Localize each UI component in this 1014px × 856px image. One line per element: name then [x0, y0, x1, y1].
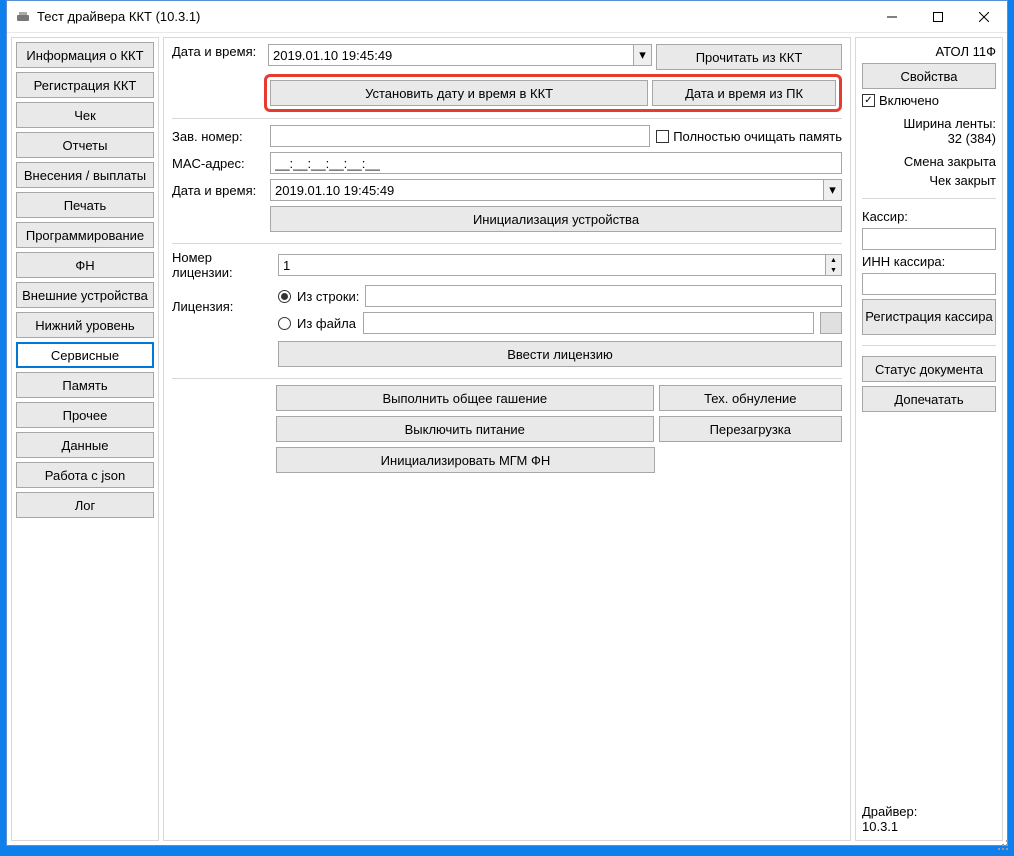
license-num-input[interactable] [279, 255, 825, 275]
mac-label: MAC-адрес: [172, 156, 264, 171]
from-file-radio[interactable]: Из файла [278, 312, 842, 334]
tape-width-label: Ширина ленты: [862, 116, 996, 131]
radio-icon [278, 290, 291, 303]
minimize-button[interactable] [869, 2, 915, 32]
main-panel: Дата и время: 2019.01.10 19:45:49 ▾ Проч… [163, 37, 851, 841]
common-erase-button[interactable]: Выполнить общее гашение [276, 385, 654, 411]
nav-json[interactable]: Работа с json [16, 462, 154, 488]
license-num-label: Номер лицензии: [172, 250, 272, 280]
cashier-inn-input[interactable] [862, 273, 996, 295]
license-num-spinner[interactable]: ▲ ▼ [278, 254, 842, 276]
driver-version: 10.3.1 [862, 819, 996, 834]
datetime2-combo[interactable]: 2019.01.10 19:45:49 ▾ [270, 179, 842, 201]
init-device-button[interactable]: Инициализация устройства [270, 206, 842, 232]
from-file-label: Из файла [297, 316, 357, 331]
cashier-input[interactable] [862, 228, 996, 250]
mac-input[interactable] [270, 152, 842, 174]
set-datetime-button[interactable]: Установить дату и время в ККТ [270, 80, 648, 106]
enabled-check[interactable]: Включено [862, 93, 996, 108]
datetime-combo[interactable]: 2019.01.10 19:45:49 ▾ [268, 44, 652, 66]
chevron-down-icon[interactable]: ▾ [633, 45, 651, 65]
enter-license-button[interactable]: Ввести лицензию [278, 341, 842, 367]
nav-service[interactable]: Сервисные [16, 342, 154, 368]
checkbox-icon [656, 130, 669, 143]
zav-nomer-input[interactable] [270, 125, 650, 147]
license-label: Лицензия: [172, 285, 272, 314]
tech-reset-button[interactable]: Тех. обнуление [659, 385, 842, 411]
from-string-label: Из строки: [297, 289, 359, 304]
nav-fn[interactable]: ФН [16, 252, 154, 278]
right-panel: АТОЛ 11Ф Свойства Включено Ширина ленты:… [855, 37, 1003, 841]
shift-status: Смена закрыта [862, 154, 996, 169]
nav-print[interactable]: Печать [16, 192, 154, 218]
zav-nomer-label: Зав. номер: [172, 129, 264, 144]
cashier-inn-label: ИНН кассира: [862, 254, 996, 269]
driver-text-label: Драйвер: [862, 804, 996, 819]
model-label: АТОЛ 11Ф [862, 44, 996, 59]
datetime2-label: Дата и время: [172, 183, 264, 198]
datetime-value: 2019.01.10 19:45:49 [273, 48, 392, 63]
properties-button[interactable]: Свойства [862, 63, 996, 89]
reprint-button[interactable]: Допечатать [862, 386, 996, 412]
maximize-button[interactable] [915, 2, 961, 32]
nav-check[interactable]: Чек [16, 102, 154, 128]
nav-pay[interactable]: Внесения / выплаты [16, 162, 154, 188]
register-cashier-button[interactable]: Регистрация кассира [862, 299, 996, 335]
titlebar: Тест драйвера ККТ (10.3.1) [7, 1, 1007, 33]
datetime-label: Дата и время: [172, 44, 264, 70]
from-string-radio[interactable]: Из строки: [278, 285, 842, 307]
close-button[interactable] [961, 2, 1007, 32]
read-from-kkt-button[interactable]: Прочитать из ККТ [656, 44, 842, 70]
sidebar: Информация о ККТ Регистрация ККТ Чек Отч… [11, 37, 159, 841]
nav-low[interactable]: Нижний уровень [16, 312, 154, 338]
enabled-label: Включено [879, 93, 939, 108]
nav-other[interactable]: Прочее [16, 402, 154, 428]
chevron-down-icon[interactable]: ▾ [823, 180, 841, 200]
nav-ext[interactable]: Внешние устройства [16, 282, 154, 308]
nav-data[interactable]: Данные [16, 432, 154, 458]
nav-registration[interactable]: Регистрация ККТ [16, 72, 154, 98]
cashier-label: Кассир: [862, 209, 996, 224]
nav-log[interactable]: Лог [16, 492, 154, 518]
reboot-button[interactable]: Перезагрузка [659, 416, 842, 442]
datetime2-value: 2019.01.10 19:45:49 [275, 183, 394, 198]
cheque-status: Чек закрыт [862, 173, 996, 188]
tape-width-value: 32 (384) [862, 131, 996, 146]
browse-file-button[interactable] [820, 312, 842, 334]
window-title: Тест драйвера ККТ (10.3.1) [37, 9, 869, 24]
nav-program[interactable]: Программирование [16, 222, 154, 248]
from-file-input[interactable] [363, 312, 814, 334]
resize-grip[interactable] [998, 840, 1010, 852]
app-icon [15, 9, 31, 25]
nav-memory[interactable]: Память [16, 372, 154, 398]
spin-down-icon[interactable]: ▼ [826, 265, 841, 275]
datetime-from-pc-button[interactable]: Дата и время из ПК [652, 80, 836, 106]
checkbox-icon [862, 94, 875, 107]
clear-memory-check[interactable]: Полностью очищать память [656, 129, 842, 144]
init-mgm-button[interactable]: Инициализировать МГМ ФН [276, 447, 655, 473]
spin-up-icon[interactable]: ▲ [826, 255, 841, 265]
highlight-box: Установить дату и время в ККТ Дата и вре… [264, 74, 842, 112]
from-string-input[interactable] [365, 285, 842, 307]
power-off-button[interactable]: Выключить питание [276, 416, 654, 442]
clear-memory-label: Полностью очищать память [673, 129, 842, 144]
doc-status-button[interactable]: Статус документа [862, 356, 996, 382]
nav-info[interactable]: Информация о ККТ [16, 42, 154, 68]
radio-icon [278, 317, 291, 330]
nav-reports[interactable]: Отчеты [16, 132, 154, 158]
